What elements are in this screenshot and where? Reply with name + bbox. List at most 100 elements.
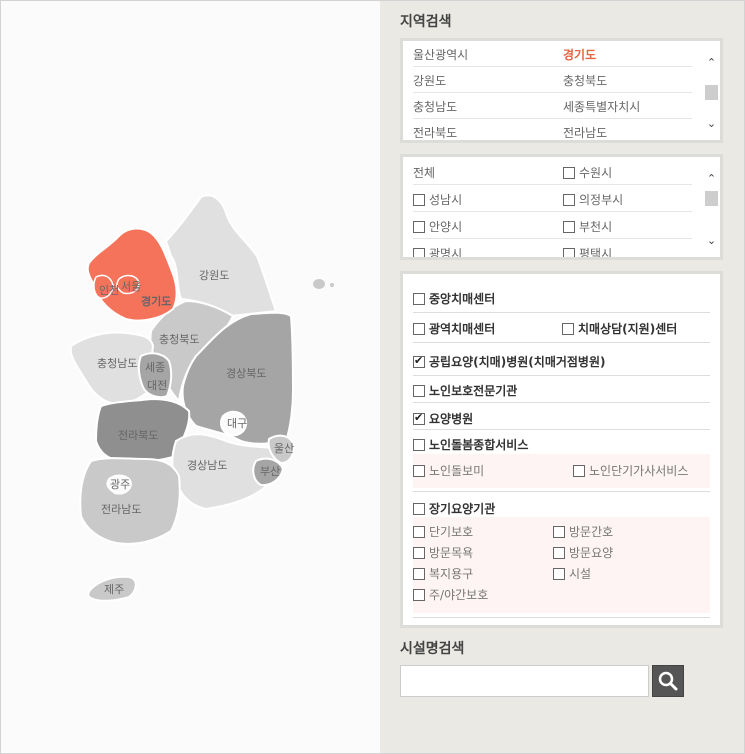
checkbox[interactable] [553,568,565,580]
city-option-all[interactable]: 전체 [413,164,435,181]
elder-care-service-option[interactable]: 노인돌봄종합서비스 [413,436,528,453]
chevron-down-icon[interactable]: ⌄ [703,116,720,132]
region-option[interactable]: 전라남도 [563,124,607,140]
chevron-up-icon[interactable]: ⌃ [703,55,720,71]
long-term-sub-option[interactable]: 단기보호 [413,523,473,540]
region-gangwon[interactable] [164,194,278,318]
checkbox[interactable] [413,547,425,559]
search-button[interactable] [652,665,684,697]
region-listbox[interactable]: 울산광역시 경기도 강원도 충청북도 충청남도 세종특별자치시 전라북도 전라남… [400,38,723,143]
regional-dementia-option[interactable]: 광역치매센터 [413,320,495,337]
scroll-thumb[interactable] [705,191,718,206]
checkbox-checked[interactable] [413,411,425,425]
list-item: 강원도 충청북도 [413,67,692,93]
scroll-thumb[interactable] [705,85,718,100]
region-option-selected[interactable]: 경기도 [563,46,596,63]
checkbox[interactable] [553,547,565,559]
checkbox[interactable] [553,526,565,538]
checkbox[interactable] [563,248,575,257]
checkbox[interactable] [413,503,425,515]
region-ulleung [313,279,325,289]
long-term-subgroup: 단기보호 방문간호 방문목욕 방문요양 복지용구 시설 주/야간보호 [413,517,710,613]
city-option[interactable]: 광명시 [413,245,462,257]
facility-row: 공립요양(치매)병원(치매거점병원) [413,343,710,376]
label-daejeon: 대전 [147,379,167,392]
region-option[interactable]: 충청북도 [563,72,607,89]
long-term-sub-option[interactable]: 복지용구 [413,565,473,582]
checkbox[interactable] [413,439,425,451]
region-option[interactable]: 강원도 [413,72,446,89]
facility-row: 광역치매센터 치매상담(지원)센터 [413,313,710,343]
facility-row: 중앙치매센터 [413,284,710,313]
city-option[interactable]: 성남시 [413,191,462,208]
label-busan: 부산 [260,465,280,478]
label-chungnam: 충청남도 [97,357,137,370]
chevron-up-icon[interactable]: ⌃ [703,171,720,187]
region-option[interactable]: 울산광역시 [413,46,468,63]
city-listbox[interactable]: 전체 수원시 성남시 의정부시 안양시 부천시 광명시 평택시 ⌃ ⌄ [400,154,723,260]
checkbox[interactable] [413,194,425,206]
korea-map-panel: 인천 서울 경기도 강원도 충청북도 충청남도 세종 대전 경상북도 대구 전라… [1,1,380,753]
facility-search-input[interactable] [400,665,649,697]
label-ulsan: 울산 [274,442,294,455]
facility-row: 요양병원 [413,403,710,430]
search-sidebar: 지역검색 울산광역시 경기도 강원도 충청북도 충청남도 세종특별자치시 전라북… [380,1,744,753]
chevron-down-icon[interactable]: ⌄ [703,233,720,249]
label-gyeongbuk: 경상북도 [226,367,266,380]
label-gwangju: 광주 [110,478,130,491]
long-term-sub-option[interactable]: 방문간호 [553,523,613,540]
public-hospital-option[interactable]: 공립요양(치매)병원(치매거점병원) [413,353,606,370]
city-option[interactable]: 평택시 [563,245,612,257]
region-scrollbar[interactable]: ⌃ ⌄ [703,41,720,140]
elder-care-sub-option[interactable]: 노인돌보미 [413,462,484,479]
city-option[interactable]: 의정부시 [563,191,623,208]
checkbox[interactable] [413,465,425,477]
region-option[interactable]: 세종특별자치시 [563,98,640,115]
facility-type-panel: 중앙치매센터 광역치매센터 치매상담(지원)센터 공립요양(치매)병원(치매거점… [400,271,723,628]
label-jeonbuk: 전라북도 [118,429,158,442]
label-incheon: 인천 [99,283,119,297]
checkbox-checked[interactable] [413,354,425,368]
checkbox[interactable] [413,385,425,397]
long-term-sub-option[interactable]: 방문목욕 [413,544,473,561]
label-gyeonggi: 경기도 [141,294,171,308]
checkbox[interactable] [413,323,425,335]
label-seoul: 서울 [121,280,141,293]
checkbox[interactable] [562,323,574,335]
dementia-counsel-option[interactable]: 치매상담(지원)센터 [562,320,677,337]
region-dokdo [330,283,334,287]
region-option[interactable]: 전라북도 [413,124,457,140]
list-item: 울산광역시 경기도 [413,41,692,67]
city-option[interactable]: 수원시 [563,164,612,181]
long-term-sub-option[interactable]: 주/야간보호 [413,586,488,603]
city-option[interactable]: 부천시 [563,218,612,235]
nursing-hospital-option[interactable]: 요양병원 [413,410,473,427]
dementia-center-option[interactable]: 중앙치매센터 [413,290,495,307]
elder-care-sub-option[interactable]: 노인단기가사서비스 [573,462,688,479]
checkbox[interactable] [573,465,585,477]
region-jeonnam[interactable] [79,457,181,545]
long-term-sub-option[interactable]: 방문요양 [553,544,613,561]
checkbox[interactable] [413,248,425,257]
checkbox[interactable] [563,167,575,179]
region-option[interactable]: 충청남도 [413,98,457,115]
label-gyeongnam: 경상남도 [187,459,227,472]
checkbox[interactable] [413,526,425,538]
checkbox[interactable] [413,221,425,233]
long-term-sub-option[interactable]: 시설 [553,565,591,582]
checkbox[interactable] [563,221,575,233]
city-option[interactable]: 안양시 [413,218,462,235]
checkbox[interactable] [563,194,575,206]
list-item: 안양시 부천시 [413,213,692,239]
checkbox[interactable] [413,568,425,580]
facility-search-title: 시설명검색 [400,641,465,657]
city-scrollbar[interactable]: ⌃ ⌄ [703,157,720,257]
elder-protection-option[interactable]: 노인보호전문기관 [413,382,517,399]
korea-map: 인천 서울 경기도 강원도 충청북도 충청남도 세종 대전 경상북도 대구 전라… [69,194,334,602]
region-search-title: 지역검색 [400,14,452,30]
checkbox[interactable] [413,293,425,305]
label-chungbuk: 충청북도 [159,333,199,346]
checkbox[interactable] [413,589,425,601]
long-term-care-option[interactable]: 장기요양기관 [413,500,495,517]
list-item: 광명시 평택시 [413,240,692,257]
